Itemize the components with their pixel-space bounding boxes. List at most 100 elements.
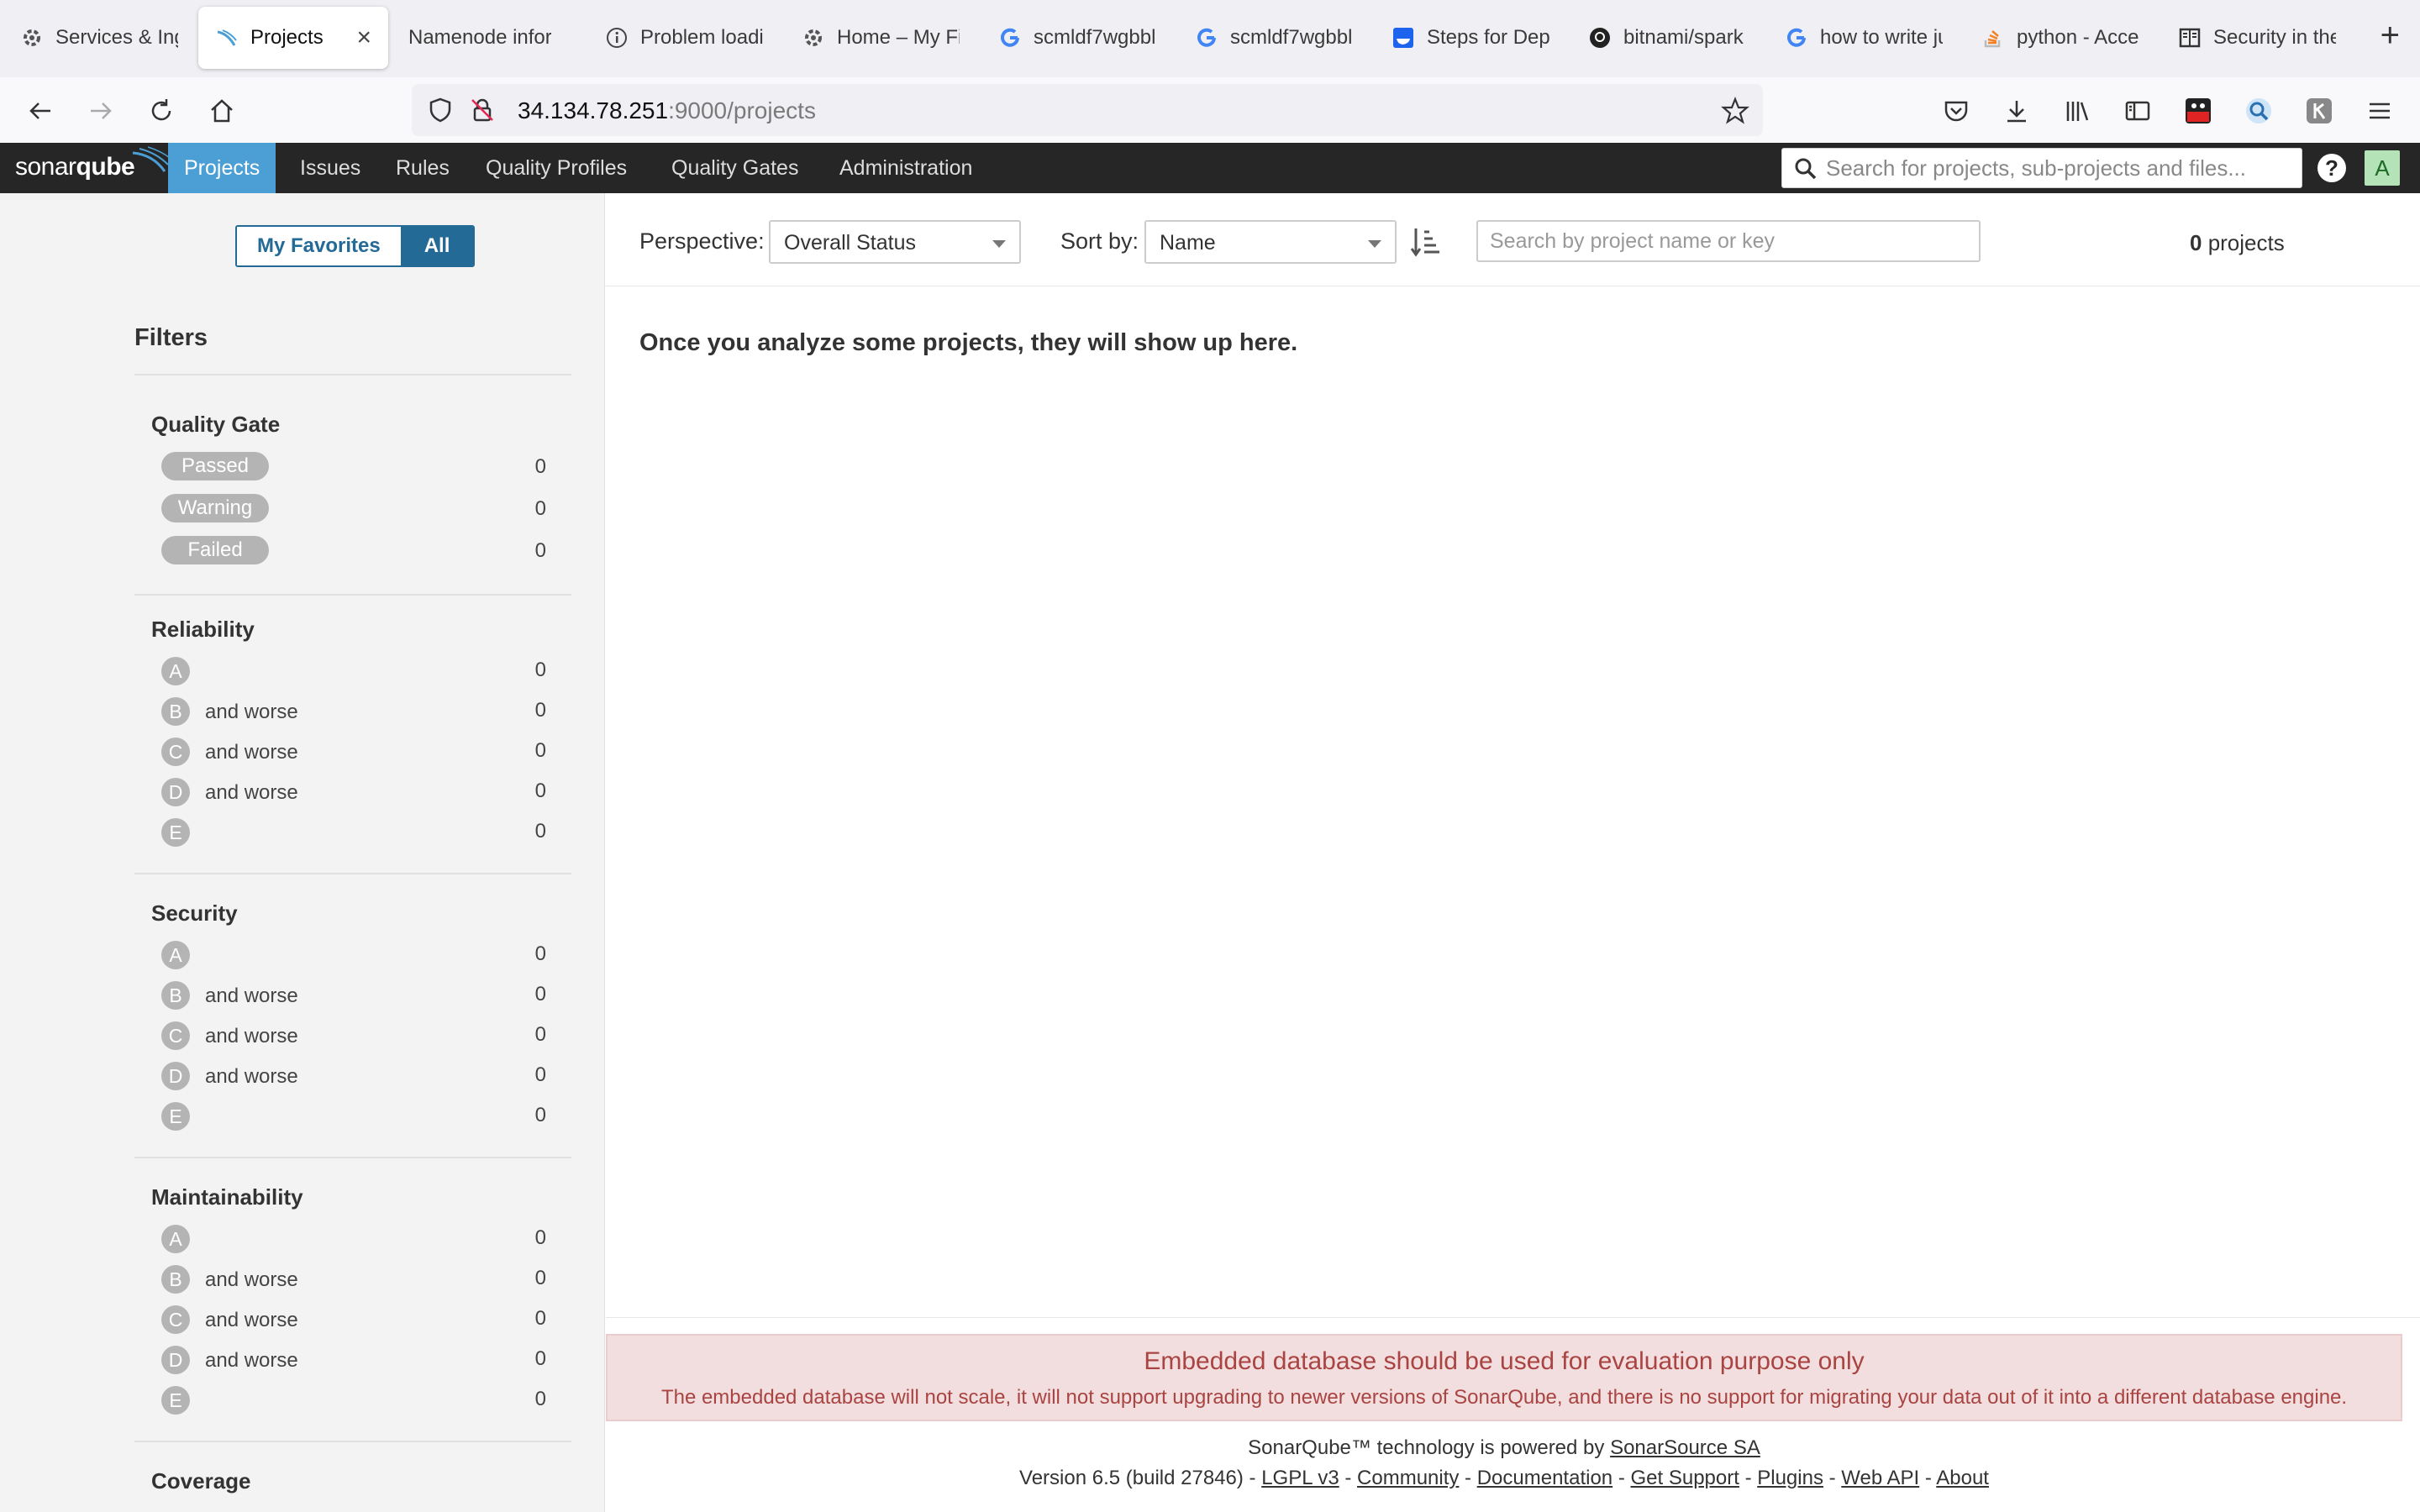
favorites-toggle: My Favorites All: [235, 225, 476, 267]
facet-title: Reliability: [151, 617, 255, 642]
footer-link-plugins[interactable]: Plugins: [1757, 1467, 1823, 1489]
perspective-select[interactable]: Overall Status: [769, 220, 1021, 264]
browser-tab[interactable]: bitnami/spark: [1571, 7, 1763, 69]
url-path: :9000/projects: [668, 97, 816, 123]
nav-rules[interactable]: Rules: [380, 143, 466, 193]
footer-link-web-api[interactable]: Web API: [1841, 1467, 1919, 1489]
facet-row-rating-e[interactable]: E 0: [134, 1381, 571, 1418]
reload-button[interactable]: [145, 94, 178, 128]
deals-extension-icon[interactable]: [2181, 94, 2215, 128]
menu-icon[interactable]: [2363, 94, 2396, 128]
projects-count-label: projects: [2202, 230, 2285, 255]
facet-row-rating-a[interactable]: A 0: [134, 1220, 571, 1257]
browser-tab[interactable]: how to write ju: [1768, 7, 1960, 69]
avatar[interactable]: A: [2365, 150, 2400, 186]
tab-title: python - Acce: [2017, 26, 2139, 49]
browser-tab[interactable]: scmldf7wgbbl: [981, 7, 1173, 69]
rating-badge: C: [161, 1021, 190, 1050]
browser-tab[interactable]: Home – My Fi: [785, 7, 976, 69]
sort-order-icon[interactable]: [1409, 225, 1443, 259]
search-icon: [1795, 158, 1817, 180]
browser-tab-active[interactable]: Projects ×: [198, 7, 388, 69]
tab-title: bitnami/spark: [1623, 26, 1744, 49]
footer-link-support[interactable]: Get Support: [1630, 1467, 1739, 1489]
rating-badge: E: [161, 818, 190, 847]
nav-projects[interactable]: Projects: [168, 143, 276, 193]
facet-row-rating-e[interactable]: E 0: [134, 1097, 571, 1134]
nav-issues[interactable]: Issues: [284, 143, 376, 193]
facet-row-rating-a[interactable]: A 0: [134, 652, 571, 689]
insecure-lock-icon[interactable]: [469, 97, 496, 123]
project-search-input[interactable]: [1478, 222, 1979, 260]
facet-row-warning[interactable]: Warning 0: [134, 491, 571, 528]
sonarqube-icon: [215, 26, 239, 50]
and-worse-label: and worse: [205, 1309, 298, 1331]
tab-title: scmldf7wgbbl: [1034, 26, 1156, 49]
sonarsource-link[interactable]: SonarSource SA: [1610, 1436, 1760, 1459]
facet-row-rating-b[interactable]: B and worse 0: [134, 692, 571, 729]
browser-tab[interactable]: Security in the: [2161, 7, 2353, 69]
footer-link-documentation[interactable]: Documentation: [1477, 1467, 1612, 1489]
url-text: 34.134.78.251:9000/projects: [518, 97, 816, 124]
library-icon[interactable]: [2060, 94, 2094, 128]
facet-row-rating-e[interactable]: E 0: [134, 813, 571, 850]
url-host: 34.134.78.251: [518, 97, 669, 123]
facet-row-rating-b[interactable]: B and worse 0: [134, 1260, 571, 1297]
new-tab-button[interactable]: +: [2381, 18, 2400, 52]
close-icon[interactable]: ×: [356, 24, 371, 52]
browser-tab[interactable]: scmldf7wgbbl: [1178, 7, 1370, 69]
rating-badge: C: [161, 1305, 190, 1334]
bookmark-star-icon[interactable]: [1721, 97, 1749, 125]
footer-link-license[interactable]: LGPL v3: [1261, 1467, 1339, 1489]
facet-row-rating-c[interactable]: C and worse 0: [134, 732, 571, 769]
home-button[interactable]: [205, 94, 239, 128]
quality-gate-badge: Failed: [161, 536, 269, 564]
facet-row-rating-a[interactable]: A 0: [134, 936, 571, 973]
sonarqube-logo[interactable]: sonarqube: [15, 146, 171, 181]
facet-row-failed[interactable]: Failed 0: [134, 533, 571, 570]
back-button[interactable]: [24, 94, 57, 128]
facet-count: 0: [534, 539, 546, 562]
gear-icon: [20, 26, 44, 50]
google-icon: [1195, 26, 1218, 50]
browser-tab[interactable]: Namenode inform: [392, 7, 583, 69]
facet-row-rating-c[interactable]: C and worse 0: [134, 1300, 571, 1337]
nav-quality-gates[interactable]: Quality Gates: [655, 143, 814, 193]
nav-administration[interactable]: Administration: [823, 143, 988, 193]
facet-count: 0: [534, 983, 546, 1005]
facet-row-rating-d[interactable]: D and worse 0: [134, 1057, 571, 1094]
footer-link-community[interactable]: Community: [1357, 1467, 1459, 1489]
browser-tab[interactable]: Services & Ingr: [3, 7, 195, 69]
and-worse-label: and worse: [205, 1025, 298, 1047]
footer-link-about[interactable]: About: [1936, 1467, 1989, 1489]
my-favorites-button[interactable]: My Favorites: [237, 227, 401, 265]
sidebar-icon[interactable]: [2121, 94, 2154, 128]
project-search[interactable]: [1476, 220, 1981, 262]
all-button[interactable]: All: [400, 227, 474, 265]
facet-row-rating-d[interactable]: D and worse 0: [134, 773, 571, 810]
info-icon: [605, 26, 629, 50]
browser-tab[interactable]: Steps for Depl: [1375, 7, 1566, 69]
global-search[interactable]: [1781, 148, 2302, 188]
pocket-icon[interactable]: [1939, 94, 1973, 128]
address-bar[interactable]: 34.134.78.251:9000/projects: [412, 84, 1763, 136]
facet-row-rating-c[interactable]: C and worse 0: [134, 1016, 571, 1053]
forward-button[interactable]: [84, 94, 118, 128]
tab-title: scmldf7wgbbl: [1230, 26, 1353, 49]
browser-tab[interactable]: python - Acce: [1965, 7, 2156, 69]
forward-arrow-icon: [91, 102, 112, 119]
projects-toolbar: Perspective: Overall Status Sort by: Nam…: [606, 193, 2420, 286]
nav-quality-profiles[interactable]: Quality Profiles: [470, 143, 643, 193]
global-search-input[interactable]: [1826, 155, 2288, 181]
shield-icon[interactable]: [427, 97, 454, 123]
facet-row-passed[interactable]: Passed 0: [134, 449, 571, 486]
help-icon[interactable]: ?: [2317, 154, 2346, 182]
projects-count: 0 projects: [2190, 230, 2285, 256]
sort-select[interactable]: Name: [1144, 220, 1397, 264]
search-extension-icon[interactable]: [2242, 94, 2275, 128]
facet-row-rating-d[interactable]: D and worse 0: [134, 1341, 571, 1378]
extension-icon[interactable]: [2302, 94, 2336, 128]
facet-row-rating-b[interactable]: B and worse 0: [134, 976, 571, 1013]
download-icon[interactable]: [2000, 94, 2033, 128]
browser-tab[interactable]: Problem loadi: [588, 7, 780, 69]
